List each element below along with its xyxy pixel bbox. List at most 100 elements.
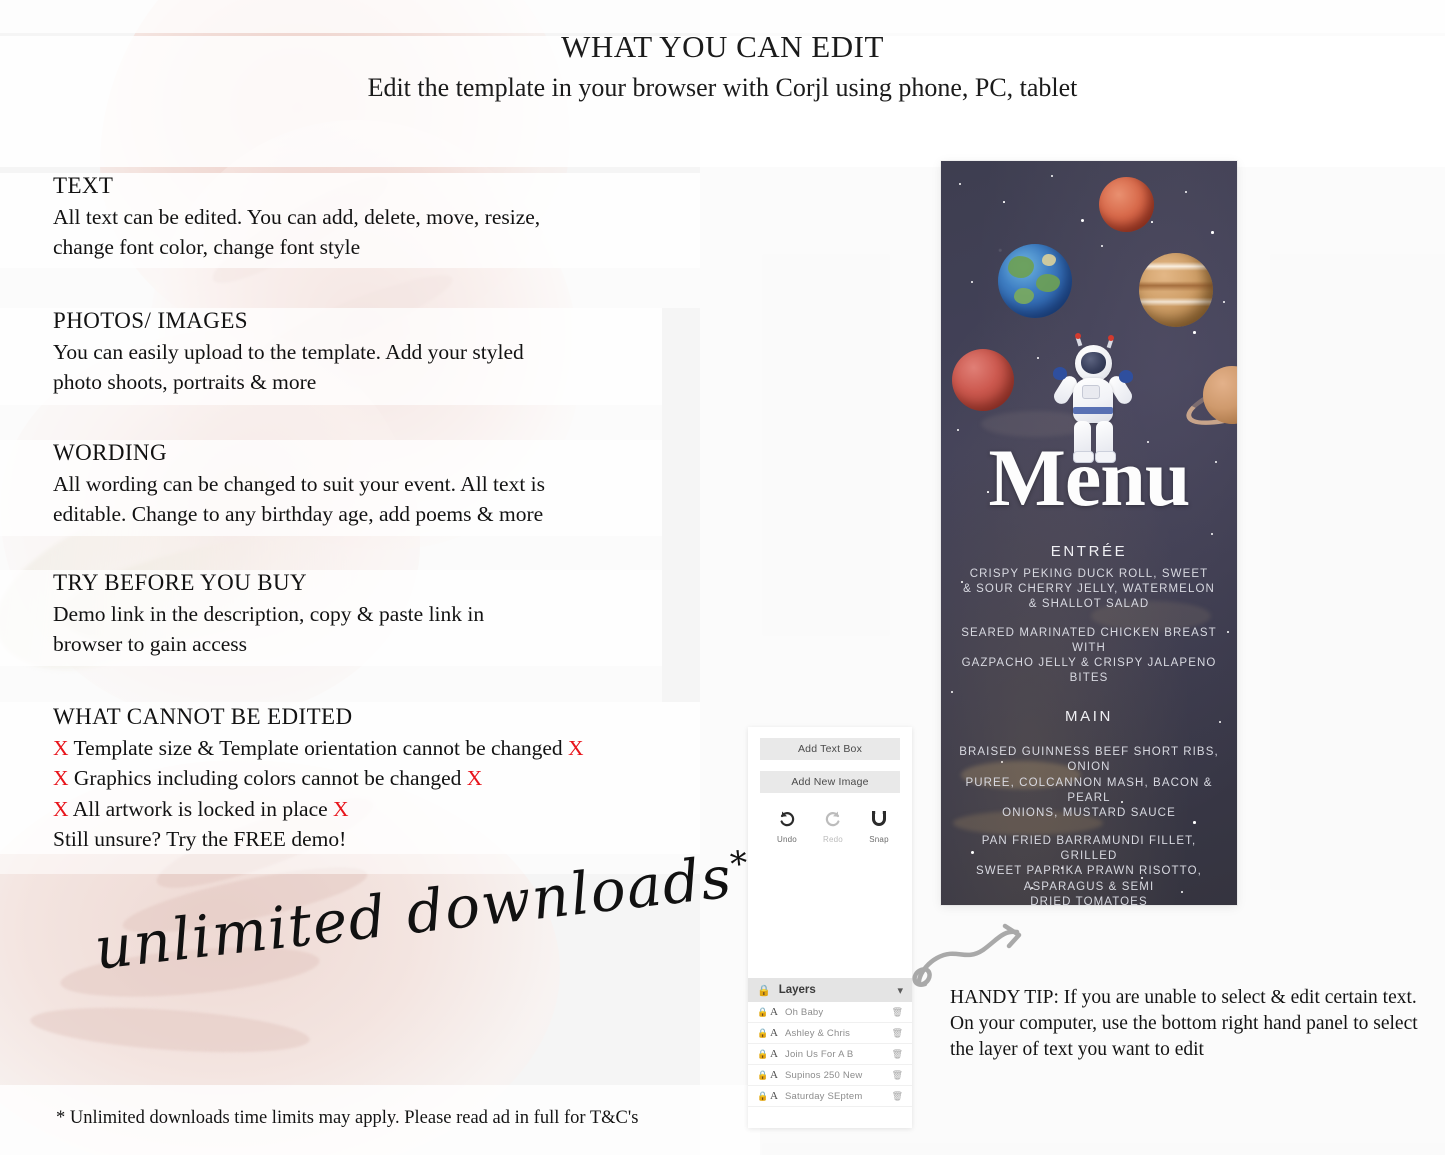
menu-dish: PAN FRIED BARRAMUNDI FILLET, GRILLED SWE… [976,835,1202,905]
feature-title: PHOTOS/ IMAGES [53,308,248,333]
lock-icon[interactable]: 🔒 [757,1070,770,1081]
trash-icon[interactable]: 🗑 [892,1007,903,1018]
feature-line: All text can be edited. You can add, del… [53,204,541,229]
snap-label: Snap [869,835,889,844]
text-layer-icon: A [770,1048,778,1060]
feature-title: WORDING [53,440,167,465]
band-gap-3 [0,536,662,570]
chevron-down-icon[interactable]: ▾ [897,984,903,997]
feature-body: You can easily upload to the template. A… [53,337,524,398]
trash-icon[interactable]: 🗑 [892,1070,903,1081]
undo-arrow-icon [780,811,795,827]
x-mark-icon: X [53,766,69,791]
feature-text: TEXT All text can be edited. You can add… [53,172,540,263]
footnote: * Unlimited downloads time limits may ap… [56,1108,639,1128]
x-mark-icon: X [333,796,349,821]
text-layer-icon: A [770,1027,778,1039]
feature-body: Demo link in the description, copy & pas… [53,599,484,660]
text-layer-icon: A [770,1069,778,1081]
feature-line: You can easily upload to the template. A… [53,339,524,364]
band-gap-1 [0,268,700,308]
menu-section-heading: MAIN [1065,708,1113,726]
undo-button[interactable]: Undo [770,809,804,844]
layer-row[interactable]: 🔒 A Supinos 250 New 🗑 [748,1065,912,1086]
x-mark-icon: X [53,735,69,760]
x-mark-icon: X [568,735,584,760]
redo-arrow-icon [825,811,840,827]
layer-row[interactable]: 🔒 A Saturday SEptem 🗑 [748,1086,912,1107]
snap-button[interactable]: Snap [862,809,896,844]
add-text-box-button[interactable]: Add Text Box [760,738,900,760]
text-layer-icon: A [770,1006,778,1018]
menu-dish: SEARED MARINATED CHICKEN BREAST WITH GAZ… [961,626,1217,685]
x-mark-icon: X [466,766,483,791]
layer-name: Ashley & Chris [785,1027,851,1039]
section-cannot-be-edited: WHAT CANNOT BE EDITED X Template size & … [53,703,584,855]
trash-icon[interactable]: 🗑 [892,1028,903,1039]
cannot-edit-item-label: All artwork is locked in place [72,796,328,821]
feature-try-before-you-buy: TRY BEFORE YOU BUY Demo link in the desc… [53,569,484,660]
x-mark-icon: X [53,796,69,821]
undo-label: Undo [777,835,797,844]
redo-button[interactable]: Redo [816,809,850,844]
feature-photos-images: PHOTOS/ IMAGES You can easily upload to … [53,307,524,398]
cannot-edit-item-label: Graphics including colors cannot be chan… [73,766,462,791]
menu-template-preview[interactable]: Menu ENTRÉE CRISPY PEKING DUCK ROLL, SWE… [941,161,1237,905]
feature-body: All text can be edited. You can add, del… [53,202,540,263]
lock-icon[interactable]: 🔒 [757,1091,770,1102]
layers-list: 🔒 A Oh Baby 🗑 🔒 A Ashley & Chris 🗑 🔒 A J… [748,1002,912,1107]
feature-title: TEXT [53,173,114,198]
layer-name: Join Us For A B [785,1048,854,1060]
layer-row[interactable]: 🔒 A Oh Baby 🗑 [748,1002,912,1023]
planet-earth-icon [998,244,1072,318]
feature-title: TRY BEFORE YOU BUY [53,570,308,595]
feature-wording: WORDING All wording can be changed to su… [53,439,545,530]
lock-icon[interactable]: 🔒 [757,1049,770,1060]
band-gap-2 [0,405,662,440]
planet-red-icon [952,349,1014,411]
layers-panel-header[interactable]: 🔒 Layers ▾ [748,978,912,1002]
feature-line: editable. Change to any birthday age, ad… [53,502,544,527]
handy-tip-line: the layer of text you want to edit [950,1038,1204,1060]
cannot-edit-closing: Still unsure? Try the FREE demo! [53,827,347,852]
menu-section-heading: ENTRÉE [1050,543,1128,560]
lock-icon[interactable]: 🔒 [757,1007,770,1018]
add-new-image-button[interactable]: Add New Image [760,771,900,793]
cannot-edit-item-label: Template size & Template orientation can… [73,735,563,760]
planet-mars-icon [1099,177,1154,232]
planet-jupiter-icon [1139,253,1213,327]
cannot-edit-item: X Graphics including colors cannot be ch… [53,763,584,794]
redo-arrow-icon [816,809,850,832]
layer-name: Saturday SEptem [785,1090,863,1102]
handy-tip-line: HANDY TIP: If you are unable to select &… [950,987,1417,1008]
magnet-icon [872,811,886,826]
page-subtitle: Edit the template in your browser with C… [367,72,1078,102]
menu-card-title: Menu [988,432,1191,523]
page-title: WHAT YOU CAN EDIT [561,29,884,64]
layer-name: Supinos 250 New [785,1069,863,1081]
feature-line: photo shoots, portraits & more [53,370,317,395]
menu-card-body: ENTRÉE CRISPY PEKING DUCK ROLL, SWEET & … [941,543,1237,905]
editor-tools: Undo Redo Snap [748,793,912,844]
feature-line: browser to gain access [53,632,248,657]
feature-line: Demo link in the description, copy & pas… [53,601,485,626]
redo-label: Redo [823,835,843,844]
trash-icon[interactable]: 🗑 [892,1091,903,1102]
lock-icon[interactable]: 🔒 [757,1028,770,1039]
cannot-edit-item: X Template size & Template orientation c… [53,733,584,764]
lock-icon: 🔒 [757,984,771,997]
feature-line: All wording can be changed to suit your … [53,471,546,496]
layer-name: Oh Baby [785,1006,824,1018]
band-gap-4 [0,666,662,702]
layer-row[interactable]: 🔒 A Join Us For A B 🗑 [748,1044,912,1065]
handy-tip-line: On your computer, use the bottom right h… [950,1012,1418,1034]
feature-body: All wording can be changed to suit your … [53,469,545,530]
handy-tip: HANDY TIP: If you are unable to select &… [950,985,1420,1063]
feature-line: change font color, change font style [53,235,361,260]
layer-row[interactable]: 🔒 A Ashley & Chris 🗑 [748,1023,912,1044]
undo-arrow-icon [770,809,804,832]
page-header: WHAT YOU CAN EDIT Edit the template in y… [0,28,1445,105]
text-layer-icon: A [770,1090,778,1102]
trash-icon[interactable]: 🗑 [892,1049,903,1060]
corjl-editor-panel: Add Text Box Add New Image Undo Redo Sna… [748,727,912,1128]
